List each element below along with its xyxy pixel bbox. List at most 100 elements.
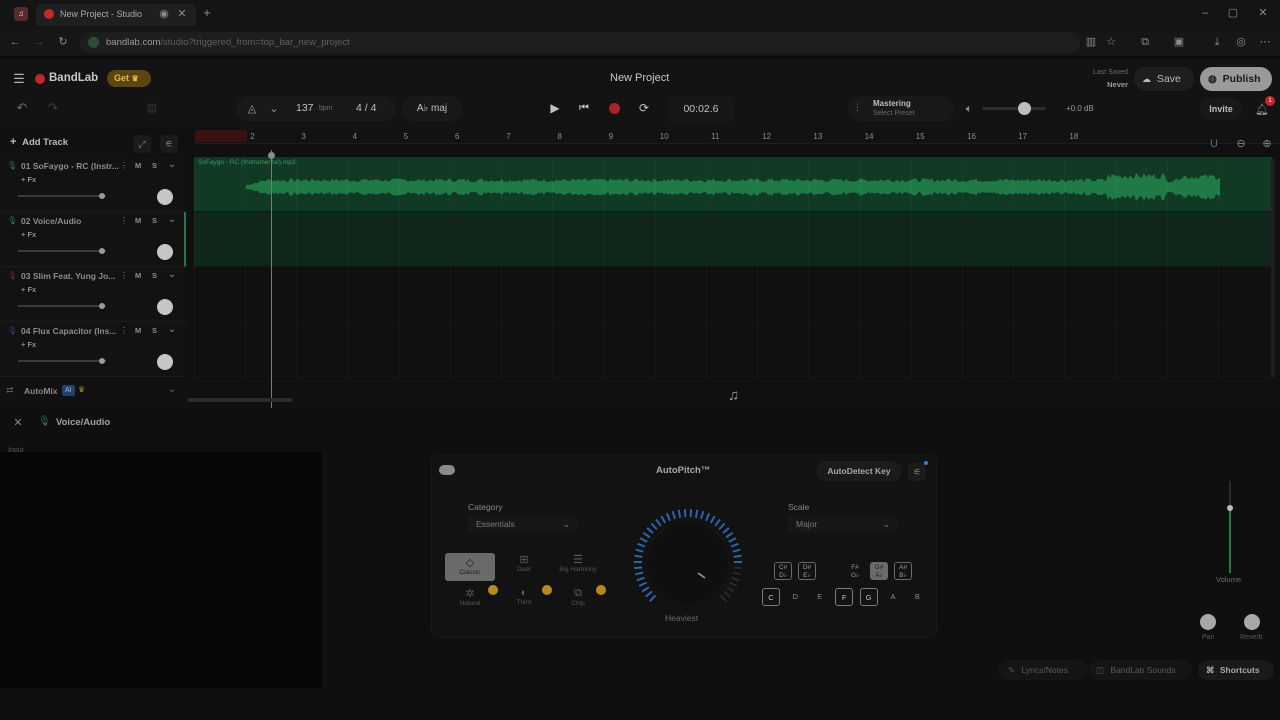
- zoom-out-icon[interactable]: ⊖: [1234, 137, 1248, 151]
- browser-tab[interactable]: New Project - Studio ◉ ✕: [36, 4, 196, 26]
- track-header[interactable]: 🎙︎ 04 Flux Capacitor (Ins... ⋮ M S ⌄ + Fx: [0, 322, 186, 377]
- key-a[interactable]: A: [884, 588, 902, 606]
- pan-knob[interactable]: [1200, 614, 1216, 630]
- track-volume-slider[interactable]: [18, 193, 106, 199]
- profile-icon[interactable]: ◎: [1234, 35, 1248, 49]
- track-name[interactable]: 03 Slim Feat. Yung Jo...: [21, 271, 115, 281]
- category-big-harmony[interactable]: ☰ Big Harmony: [553, 553, 603, 573]
- close-editor-icon[interactable]: ✕: [11, 416, 25, 430]
- autodetect-key-button[interactable]: AutoDetect Key: [816, 461, 902, 481]
- track-tools-icon[interactable]: ⤢: [133, 135, 151, 153]
- loop-icon[interactable]: ⟳: [637, 101, 651, 115]
- track-header[interactable]: 🎙︎ 03 Slim Feat. Yung Jo... ⋮ M S ⌄ + Fx: [0, 267, 186, 322]
- ruler-bar-number[interactable]: 9: [609, 132, 613, 141]
- ruler-bar-number[interactable]: 18: [1069, 132, 1078, 141]
- play-icon[interactable]: ▶: [548, 101, 562, 115]
- category-classic[interactable]: ◇ Classic: [445, 553, 495, 581]
- ruler-bar-number[interactable]: 15: [916, 132, 925, 141]
- track-pan-knob[interactable]: [157, 354, 173, 370]
- forward-icon[interactable]: →: [32, 35, 46, 49]
- track-pan-knob[interactable]: [157, 299, 173, 315]
- track-expand-icon[interactable]: ⌄: [168, 324, 176, 335]
- mute-button[interactable]: M: [135, 161, 141, 170]
- key-a-sharp[interactable]: A# B♭: [894, 562, 912, 580]
- track-expand-icon[interactable]: ⌄: [168, 269, 176, 280]
- solo-button[interactable]: S: [152, 161, 157, 170]
- volume-fader-thumb[interactable]: [1227, 505, 1233, 511]
- add-fx-button[interactable]: + Fx: [21, 285, 36, 294]
- bookmark-star-icon[interactable]: ☆: [1104, 35, 1118, 49]
- track-volume-thumb[interactable]: [99, 303, 105, 309]
- reader-mode-icon[interactable]: ▥: [1084, 35, 1098, 49]
- volume-fader-track[interactable]: [1227, 481, 1233, 573]
- track-volume-slider[interactable]: [18, 248, 106, 254]
- speaker-icon[interactable]: 🔈︎: [962, 102, 976, 116]
- ruler-bar-number[interactable]: 4: [353, 132, 357, 141]
- mixer-icon[interactable]: ▥: [144, 101, 160, 115]
- add-fx-button[interactable]: + Fx: [21, 175, 36, 184]
- add-fx-button[interactable]: + Fx: [21, 340, 36, 349]
- key-c[interactable]: C: [762, 588, 780, 606]
- track-name[interactable]: 02 Voice/Audio: [21, 216, 81, 226]
- back-icon[interactable]: ←: [8, 35, 22, 49]
- browser-menu-icon[interactable]: ⋯: [1258, 35, 1272, 49]
- window-close-icon[interactable]: ✕: [1256, 6, 1270, 20]
- track-options-icon[interactable]: ⋮: [120, 326, 128, 335]
- tab-close-icon[interactable]: ✕: [176, 7, 188, 21]
- track-expand-icon[interactable]: ⌄: [168, 159, 176, 170]
- track-settings-icon[interactable]: ⚟: [160, 135, 178, 153]
- autopitch-settings-icon[interactable]: ⚟: [908, 463, 926, 481]
- ruler-bar-number[interactable]: 2: [250, 132, 254, 141]
- track-pan-knob[interactable]: [157, 189, 173, 205]
- ruler-bar-number[interactable]: 16: [967, 132, 976, 141]
- track-lane-2[interactable]: [194, 212, 1272, 267]
- key-g[interactable]: G: [859, 588, 878, 606]
- loop-region-marker[interactable]: [195, 130, 247, 142]
- vertical-scrollbar[interactable]: [1271, 158, 1275, 378]
- track-header[interactable]: 🎙︎ 02 Voice/Audio ⋮ M S ⌄ + Fx: [0, 212, 186, 267]
- playhead-handle[interactable]: [268, 152, 275, 159]
- lyrics-notes-button[interactable]: ✎ Lyrics/Notes: [998, 660, 1088, 680]
- track-volume-slider[interactable]: [18, 303, 106, 309]
- skip-to-start-icon[interactable]: ⏮: [577, 101, 591, 115]
- automix-expand-icon[interactable]: ⌄: [168, 384, 176, 395]
- mute-button[interactable]: M: [135, 326, 141, 335]
- key-f[interactable]: F: [835, 588, 854, 606]
- mute-button[interactable]: M: [135, 216, 141, 225]
- master-volume-slider[interactable]: [982, 102, 1046, 115]
- track-options-icon[interactable]: ⋮: [120, 216, 128, 225]
- key-b[interactable]: B: [908, 588, 926, 606]
- track-lane-4[interactable]: [194, 322, 1272, 377]
- metronome-icon[interactable]: ◬: [245, 102, 259, 116]
- redo-icon[interactable]: ↷: [45, 101, 61, 115]
- ruler-bar-number[interactable]: 12: [762, 132, 771, 141]
- window-maximize-icon[interactable]: ▢: [1226, 6, 1240, 20]
- playhead[interactable]: [271, 150, 272, 408]
- collections-icon[interactable]: ▣: [1172, 35, 1186, 49]
- mute-button[interactable]: M: [135, 271, 141, 280]
- key-e[interactable]: E: [811, 588, 829, 606]
- category-duet[interactable]: ⊞ Duet: [499, 553, 549, 573]
- autopitch-dial[interactable]: [628, 503, 748, 623]
- brand-name[interactable]: BandLab: [49, 72, 98, 84]
- key-g-sharp[interactable]: G# A♭: [870, 562, 888, 580]
- magnet-snap-icon[interactable]: U: [1207, 137, 1221, 151]
- downloads-icon[interactable]: ⤓: [1210, 35, 1224, 49]
- automix-row[interactable]: ⇄ AutoMix AI ♛ ⌄: [0, 380, 186, 404]
- ruler-bar-number[interactable]: 11: [711, 132, 719, 141]
- key-d[interactable]: D: [786, 588, 804, 606]
- key-selector[interactable]: A♭ maj: [402, 96, 462, 122]
- key-f-sharp[interactable]: F# G♭: [846, 562, 864, 580]
- metronome-dropdown-icon[interactable]: ⌄: [267, 102, 281, 116]
- ruler-bar-number[interactable]: 7: [506, 132, 510, 141]
- site-info-icon[interactable]: [88, 37, 99, 48]
- key-d-sharp[interactable]: D# E♭: [798, 562, 816, 580]
- master-volume-thumb[interactable]: [1018, 102, 1031, 115]
- record-button[interactable]: [609, 103, 620, 114]
- track-expand-icon[interactable]: ⌄: [168, 214, 176, 225]
- timeline-scrollbar[interactable]: [188, 398, 292, 402]
- ruler-bar-number[interactable]: 17: [1018, 132, 1027, 141]
- invite-button[interactable]: Invite: [1200, 98, 1242, 120]
- get-membership-button[interactable]: Get ♛: [107, 70, 151, 87]
- autopitch-toggle[interactable]: [439, 465, 455, 475]
